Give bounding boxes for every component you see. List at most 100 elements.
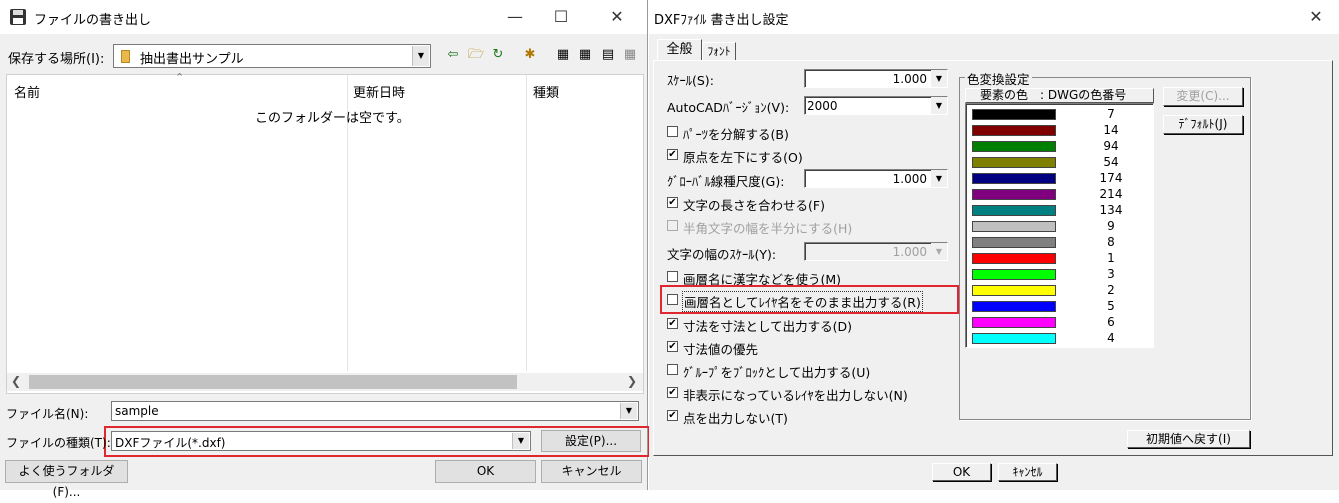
up-folder-icon[interactable]: 🗁 (466, 45, 486, 65)
default-button[interactable]: ﾃﾞﾌｫﾙﾄ(J) (1163, 115, 1243, 134)
color-swatch[interactable] (972, 317, 1056, 328)
explode-parts-label: ﾊﾟｰﾂを分解する(B) (683, 127, 789, 142)
refresh-icon[interactable]: ↻ (488, 45, 508, 65)
text-width-scale-label: 文字の幅のｽｹｰﾙ(Y): (667, 247, 777, 262)
ok-button[interactable]: OK (932, 463, 991, 481)
column-header-name[interactable]: 名前 (14, 82, 40, 101)
color-swatch[interactable] (972, 157, 1056, 168)
group-as-block-checkbox[interactable] (667, 364, 678, 375)
global-ltscale-combo[interactable]: 1.000 ▼ (804, 169, 948, 188)
scale-combo[interactable]: 1.000 ▼ (804, 69, 948, 88)
settings-button[interactable]: 設定(P)... (541, 430, 641, 452)
filetype-label: ファイルの種類(T): (6, 436, 111, 450)
skip-hidden-layers-label: 非表示になっているﾚｲﾔを出力しない(N) (683, 388, 908, 403)
dwg-color-number: 8 (1107, 235, 1115, 249)
file-list[interactable]: ⌃ 名前 更新日時 種類 このフォルダーは空です。 ❮ ❯ (6, 71, 644, 394)
ok-button[interactable]: OK (435, 460, 536, 483)
chevron-down-icon[interactable]: ▼ (931, 97, 947, 114)
halfwidth-checkbox (667, 220, 678, 231)
dwg-color-number: 174 (1099, 171, 1123, 185)
dwg-color-number: 4 (1107, 331, 1115, 345)
explode-parts-checkbox[interactable] (667, 126, 678, 137)
halfwidth-label: 半角文字の幅を半分にする(H) (683, 221, 853, 236)
color-list[interactable]: 7 14 94 54 174 214 134 9 8 1 3 2 5 6 4 (965, 103, 1154, 348)
filetype-select[interactable]: DXFファイル(*.dxf) ▼ (111, 431, 531, 451)
color-swatch[interactable] (972, 189, 1056, 200)
version-value: 2000 (807, 99, 838, 113)
dwg-color-number: 134 (1099, 203, 1123, 217)
chevron-down-icon[interactable]: ▼ (931, 70, 947, 87)
view-thumbnails-icon[interactable]: ▦ (620, 45, 640, 65)
back-arrow-icon[interactable]: ⇦ (443, 45, 463, 65)
scroll-left-icon[interactable]: ❮ (11, 374, 21, 388)
color-swatch[interactable] (972, 285, 1056, 296)
skip-points-checkbox[interactable]: ✔ (667, 410, 678, 421)
dimension-value-priority-checkbox[interactable]: ✔ (667, 341, 678, 352)
color-swatch[interactable] (972, 269, 1056, 280)
layer-name-as-is-checkbox[interactable] (667, 294, 678, 305)
color-swatch[interactable] (972, 173, 1056, 184)
origin-lower-left-label: 原点を左下にする(O) (683, 150, 803, 165)
filetype-value: DXFファイル(*.dxf) (115, 436, 226, 450)
maximize-button[interactable]: ☐ (538, 0, 584, 34)
column-header-modified[interactable]: 更新日時 (353, 82, 405, 101)
dimension-checkbox[interactable]: ✔ (667, 318, 678, 329)
new-folder-icon[interactable]: ✱ (520, 45, 540, 65)
color-swatch[interactable] (972, 253, 1056, 264)
close-button[interactable]: ✕ (594, 0, 640, 34)
color-swatch[interactable] (972, 221, 1056, 232)
color-swatch[interactable] (972, 141, 1056, 152)
chevron-down-icon: ▼ (931, 243, 947, 260)
filename-label: ファイル名(N): (6, 407, 89, 421)
view-list-icon[interactable]: ▦ (575, 45, 595, 65)
horizontal-scrollbar[interactable]: ❮ ❯ (7, 373, 643, 391)
skip-hidden-layers-checkbox[interactable]: ✔ (667, 387, 678, 398)
close-button[interactable]: ✕ (1293, 0, 1339, 34)
filename-input[interactable]: sample ▼ (111, 401, 639, 421)
color-swatch[interactable] (972, 237, 1056, 248)
scale-value: 1.000 (892, 72, 927, 86)
save-dialog: ファイルの書き出し — ☐ ✕ 保存する場所(I): 抽出書出サンプル ▼ ⇦ … (0, 0, 650, 499)
dxf-dialog-titlebar: DXFﾌｧｲﾙ 書き出し設定 ✕ (649, 0, 1339, 34)
cancel-button[interactable]: キャンセル (541, 460, 642, 483)
location-value: 抽出書出サンプル (140, 52, 244, 67)
favorites-button[interactable]: よく使うフォルダ(F)... (5, 460, 128, 499)
column-header-type[interactable]: 種類 (533, 82, 559, 101)
chevron-down-icon[interactable]: ▼ (412, 46, 429, 66)
scroll-right-icon[interactable]: ❯ (627, 374, 637, 388)
fit-text-length-checkbox[interactable]: ✔ (667, 197, 678, 208)
dwg-color-number: 54 (1103, 155, 1119, 169)
change-button: 変更(C)... (1163, 87, 1243, 106)
dwg-color-number: 214 (1099, 187, 1123, 201)
color-swatch[interactable] (972, 205, 1056, 216)
dxf-dialog-title: DXFﾌｧｲﾙ 書き出し設定 (654, 13, 789, 28)
tab-font[interactable]: ﾌｫﾝﾄ (702, 42, 736, 61)
chevron-down-icon[interactable]: ▼ (931, 170, 947, 187)
version-combo[interactable]: 2000 ▼ (804, 96, 948, 115)
layer-name-as-is-label: 画層名としてﾚｲﾔ名をそのまま出力する(R) (682, 291, 923, 312)
dwg-color-number: 94 (1103, 139, 1119, 153)
dwg-color-number: 3 (1107, 267, 1115, 281)
chevron-down-icon[interactable]: ▼ (620, 403, 637, 419)
dimension-label: 寸法を寸法として出力する(D) (683, 319, 853, 334)
color-swatch[interactable] (972, 109, 1056, 120)
tab-general[interactable]: 全般 (657, 39, 702, 61)
scrollbar-thumb[interactable] (29, 375, 517, 389)
chevron-down-icon[interactable]: ▼ (512, 433, 529, 449)
origin-lower-left-checkbox[interactable]: ✔ (667, 149, 678, 160)
color-swatch[interactable] (972, 301, 1056, 312)
view-details-icon[interactable]: ▤ (598, 45, 618, 65)
color-list-header: 要素の色 : DWGの色番号 (965, 88, 1154, 103)
kanji-layer-checkbox[interactable] (667, 271, 678, 282)
reset-defaults-button[interactable]: 初期値へ戻す(I) (1127, 430, 1250, 448)
cancel-button[interactable]: ｷｬﾝｾﾙ (998, 463, 1057, 481)
column-divider (526, 75, 527, 371)
view-large-icon[interactable]: ▦ (553, 45, 573, 65)
color-swatch[interactable] (972, 125, 1056, 136)
dwg-color-number: 5 (1107, 299, 1115, 313)
location-combo[interactable]: 抽出書出サンプル ▼ (113, 44, 431, 68)
dwg-color-number: 2 (1107, 283, 1115, 297)
sort-chevron-up-icon: ⌃ (175, 71, 185, 84)
color-swatch[interactable] (972, 333, 1056, 344)
minimize-button[interactable]: — (492, 0, 538, 34)
